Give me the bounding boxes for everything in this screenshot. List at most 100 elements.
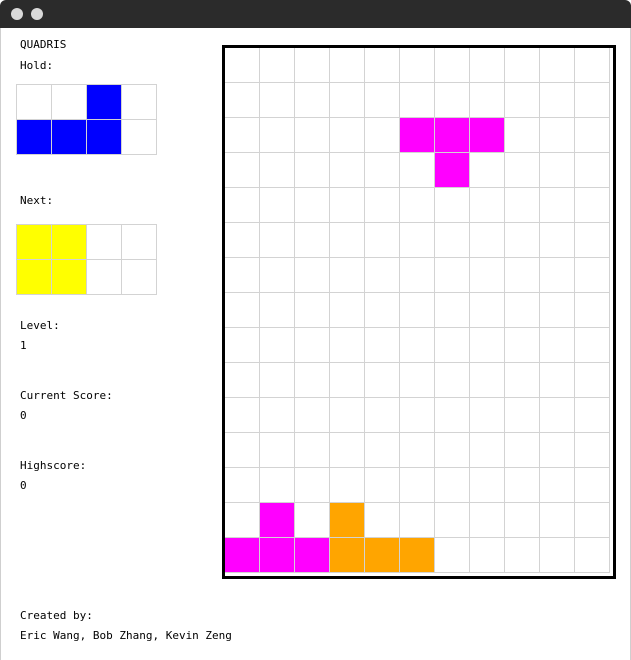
board-empty-cell: [505, 118, 540, 153]
board-empty-cell: [225, 258, 260, 293]
board-empty-cell: [225, 48, 260, 83]
board-block-cell: [365, 538, 400, 573]
board-empty-cell: [330, 153, 365, 188]
hold-label: Hold:: [20, 59, 54, 72]
board-empty-cell: [435, 468, 470, 503]
board-empty-cell: [260, 223, 295, 258]
board-empty-cell: [505, 538, 540, 573]
board-empty-cell: [435, 363, 470, 398]
window-titlebar[interactable]: [0, 0, 631, 28]
board-empty-cell: [575, 188, 610, 223]
board-empty-cell: [575, 153, 610, 188]
board-empty-cell: [295, 468, 330, 503]
board-empty-cell: [330, 398, 365, 433]
next-block-cell: [17, 225, 52, 260]
board-empty-cell: [540, 503, 575, 538]
board-empty-cell: [330, 83, 365, 118]
board-empty-cell: [295, 118, 330, 153]
hold-piece-grid: [16, 84, 157, 155]
board-block-cell: [260, 503, 295, 538]
board-empty-cell: [365, 83, 400, 118]
board-empty-cell: [435, 188, 470, 223]
board-empty-cell: [330, 293, 365, 328]
board-empty-cell: [365, 48, 400, 83]
board-empty-cell: [260, 118, 295, 153]
board-block-cell: [470, 118, 505, 153]
board-empty-cell: [575, 503, 610, 538]
board-empty-cell: [295, 153, 330, 188]
highscore-label: Highscore:: [20, 459, 87, 472]
hold-empty-cell: [17, 85, 52, 120]
board-empty-cell: [575, 223, 610, 258]
board-empty-cell: [260, 433, 295, 468]
board-empty-cell: [505, 503, 540, 538]
board-empty-cell: [575, 538, 610, 573]
board-empty-cell: [400, 83, 435, 118]
board-empty-cell: [330, 48, 365, 83]
board-empty-cell: [400, 153, 435, 188]
board-empty-cell: [400, 328, 435, 363]
board-empty-cell: [505, 188, 540, 223]
board-empty-cell: [400, 363, 435, 398]
board-empty-cell: [225, 188, 260, 223]
board-empty-cell: [540, 363, 575, 398]
board-empty-cell: [470, 223, 505, 258]
board-empty-cell: [435, 258, 470, 293]
credits-label: Created by:: [20, 609, 93, 622]
board-empty-cell: [400, 433, 435, 468]
board-empty-cell: [260, 258, 295, 293]
board-empty-cell: [470, 48, 505, 83]
board-empty-cell: [540, 398, 575, 433]
board-empty-cell: [575, 398, 610, 433]
board-empty-cell: [260, 293, 295, 328]
board-empty-cell: [540, 48, 575, 83]
board-empty-cell: [540, 433, 575, 468]
board-empty-cell: [470, 83, 505, 118]
board-empty-cell: [330, 118, 365, 153]
hold-empty-cell: [122, 120, 157, 155]
board-empty-cell: [295, 223, 330, 258]
board-empty-cell: [505, 328, 540, 363]
board-empty-cell: [365, 468, 400, 503]
board-block-cell: [295, 538, 330, 573]
minimize-window-button[interactable]: [31, 8, 43, 20]
game-board: [222, 45, 616, 579]
board-empty-cell: [540, 293, 575, 328]
current-score-value: 0: [20, 409, 27, 422]
next-label: Next:: [20, 194, 54, 207]
next-block-cell: [17, 260, 52, 295]
board-empty-cell: [295, 503, 330, 538]
board-empty-cell: [540, 118, 575, 153]
board-empty-cell: [505, 293, 540, 328]
board-block-cell: [435, 118, 470, 153]
board-empty-cell: [435, 538, 470, 573]
board-empty-cell: [260, 363, 295, 398]
board-empty-cell: [470, 538, 505, 573]
board-empty-cell: [260, 328, 295, 363]
board-empty-cell: [365, 118, 400, 153]
board-block-cell: [330, 503, 365, 538]
game-window: QUADRIS Hold: Next: Level: 1 Current Sco…: [0, 28, 631, 660]
board-empty-cell: [575, 48, 610, 83]
board-empty-cell: [260, 188, 295, 223]
board-empty-cell: [540, 223, 575, 258]
hold-block-cell: [87, 85, 122, 120]
board-empty-cell: [540, 83, 575, 118]
board-empty-cell: [540, 153, 575, 188]
board-empty-cell: [260, 153, 295, 188]
board-empty-cell: [470, 153, 505, 188]
board-empty-cell: [365, 363, 400, 398]
board-block-cell: [260, 538, 295, 573]
board-empty-cell: [435, 48, 470, 83]
hold-empty-cell: [122, 85, 157, 120]
board-empty-cell: [505, 398, 540, 433]
board-empty-cell: [540, 258, 575, 293]
board-empty-cell: [365, 153, 400, 188]
close-window-button[interactable]: [11, 8, 23, 20]
next-empty-cell: [87, 225, 122, 260]
board-empty-cell: [260, 468, 295, 503]
board-empty-cell: [365, 328, 400, 363]
next-block-cell: [52, 260, 87, 295]
board-block-cell: [330, 538, 365, 573]
board-empty-cell: [225, 468, 260, 503]
